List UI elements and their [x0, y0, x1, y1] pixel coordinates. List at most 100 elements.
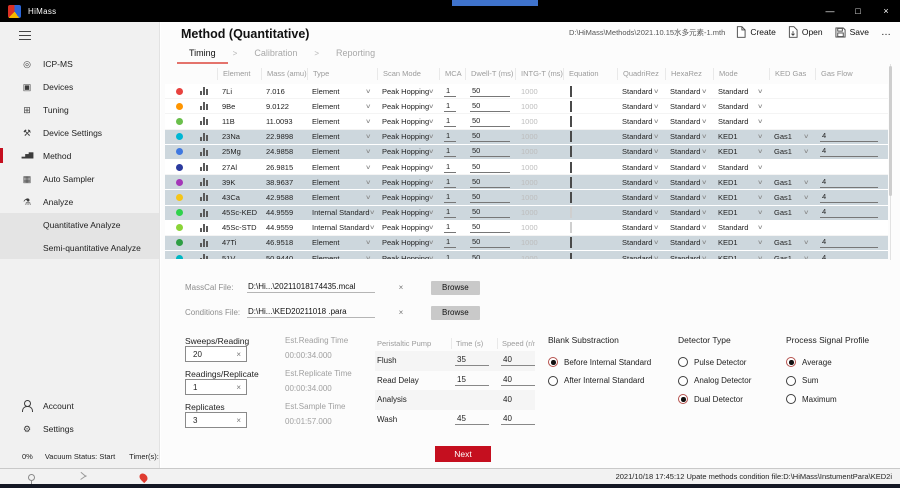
scan-mode-dropdown[interactable]: Peak Hopping∨: [377, 117, 439, 126]
hexarez-dropdown[interactable]: Standard∨: [665, 102, 713, 111]
dwell-time-input[interactable]: 50: [470, 237, 510, 248]
table-row[interactable]: 45Sc-STD44.9559Internal Standard∨Peak Ho…: [165, 221, 888, 236]
ked-gas-dropdown[interactable]: Gas1∨: [769, 178, 815, 187]
mode-dropdown[interactable]: KED1∨: [713, 147, 769, 156]
ked-gas-dropdown[interactable]: Gas1∨: [769, 208, 815, 217]
table-row[interactable]: 45Sc-KED44.9559Internal Standard∨Peak Ho…: [165, 206, 888, 221]
type-dropdown[interactable]: Element∨: [307, 163, 377, 172]
pump-time-input[interactable]: 45: [455, 414, 489, 425]
hexarez-dropdown[interactable]: Standard∨: [665, 223, 713, 232]
radio-icon[interactable]: [786, 357, 796, 367]
conditions-browse-button[interactable]: Browse: [431, 306, 480, 320]
dwell-time-input[interactable]: 50: [470, 131, 510, 142]
table-row[interactable]: 7Li7.016Element∨Peak Hopping∨1501000Stan…: [165, 84, 888, 99]
radio-icon[interactable]: [548, 357, 558, 367]
table-row[interactable]: 43Ca42.9588Element∨Peak Hopping∨1501000S…: [165, 190, 888, 205]
mca-input[interactable]: 1: [444, 131, 456, 142]
radio-icon[interactable]: [786, 394, 796, 404]
equation-checkbox[interactable]: [570, 162, 572, 173]
clear-icon[interactable]: ×: [236, 383, 241, 392]
type-dropdown[interactable]: Element∨: [307, 193, 377, 202]
sidebar-item-account[interactable]: Account: [0, 394, 159, 417]
quadrirez-dropdown[interactable]: Standard∨: [617, 178, 665, 187]
sweeps-reading-input[interactable]: 20×: [185, 346, 247, 362]
masscal-browse-button[interactable]: Browse: [431, 281, 480, 295]
quadrirez-dropdown[interactable]: Standard∨: [617, 238, 665, 247]
ked-gas-dropdown[interactable]: Gas1∨: [769, 132, 815, 141]
pump-time-input[interactable]: 15: [455, 375, 489, 386]
quadrirez-dropdown[interactable]: Standard∨: [617, 102, 665, 111]
ked-gas-dropdown[interactable]: Gas1∨: [769, 193, 815, 202]
sidebar-item-tuning[interactable]: ⊞Tuning: [0, 98, 159, 121]
equation-checkbox[interactable]: [570, 253, 572, 259]
pump-speed-input[interactable]: 40: [501, 414, 535, 425]
type-dropdown[interactable]: Internal Standard∨: [307, 208, 377, 217]
type-dropdown[interactable]: Element∨: [307, 102, 377, 111]
dwell-time-input[interactable]: 50: [470, 116, 510, 127]
scan-mode-dropdown[interactable]: Peak Hopping∨: [377, 208, 439, 217]
type-dropdown[interactable]: Internal Standard∨: [307, 223, 377, 232]
radio-icon[interactable]: [678, 357, 688, 367]
equation-checkbox[interactable]: [570, 146, 572, 157]
tab-calibration[interactable]: Calibration: [250, 48, 301, 58]
radio-icon[interactable]: [678, 394, 688, 404]
gas-flow-input[interactable]: 4: [820, 253, 878, 259]
gas-flow-input[interactable]: 4: [820, 146, 878, 157]
scan-mode-dropdown[interactable]: Peak Hopping∨: [377, 223, 439, 232]
hexarez-dropdown[interactable]: Standard∨: [665, 178, 713, 187]
scan-mode-dropdown[interactable]: Peak Hopping∨: [377, 254, 439, 259]
dwell-time-input[interactable]: 50: [470, 207, 510, 218]
mode-dropdown[interactable]: Standard∨: [713, 102, 769, 111]
type-dropdown[interactable]: Element∨: [307, 254, 377, 259]
mode-dropdown[interactable]: Standard∨: [713, 163, 769, 172]
hexarez-dropdown[interactable]: Standard∨: [665, 147, 713, 156]
hexarez-dropdown[interactable]: Standard∨: [665, 208, 713, 217]
ked-gas-dropdown[interactable]: Gas1∨: [769, 238, 815, 247]
equation-checkbox[interactable]: [570, 116, 572, 127]
table-row[interactable]: 25Mg24.9858Element∨Peak Hopping∨1501000S…: [165, 145, 888, 160]
radio-option-before-internal-standard[interactable]: Before Internal Standard: [548, 353, 678, 372]
table-row[interactable]: 47Ti46.9518Element∨Peak Hopping∨1501000S…: [165, 236, 888, 251]
mca-input[interactable]: 1: [444, 207, 456, 218]
hexarez-dropdown[interactable]: Standard∨: [665, 117, 713, 126]
replicates-input[interactable]: 3×: [185, 412, 247, 428]
hexarez-dropdown[interactable]: Standard∨: [665, 193, 713, 202]
mca-input[interactable]: 1: [444, 162, 456, 173]
mode-dropdown[interactable]: KED1∨: [713, 193, 769, 202]
mode-dropdown[interactable]: KED1∨: [713, 238, 769, 247]
sidebar-item-auto-sampler[interactable]: ▦Auto Sampler: [0, 167, 159, 190]
mca-input[interactable]: 1: [444, 237, 456, 248]
scan-mode-dropdown[interactable]: Peak Hopping∨: [377, 87, 439, 96]
equation-checkbox[interactable]: [570, 237, 572, 248]
maximize-icon[interactable]: □: [844, 0, 872, 22]
quadrirez-dropdown[interactable]: Standard∨: [617, 117, 665, 126]
type-dropdown[interactable]: Element∨: [307, 87, 377, 96]
next-button[interactable]: Next: [435, 446, 491, 462]
conditions-clear-icon[interactable]: ×: [391, 308, 411, 317]
mca-input[interactable]: 1: [444, 253, 456, 259]
quadrirez-dropdown[interactable]: Standard∨: [617, 87, 665, 96]
sidebar-item-device-settings[interactable]: ⚒Device Settings: [0, 121, 159, 144]
scan-mode-dropdown[interactable]: Peak Hopping∨: [377, 147, 439, 156]
sidebar-item-quantitative-analyze[interactable]: Quantitative Analyze: [0, 213, 159, 236]
sidebar-item-semi-quantitative-analyze[interactable]: Semi-quantitative Analyze: [0, 236, 159, 259]
scan-mode-dropdown[interactable]: Peak Hopping∨: [377, 102, 439, 111]
equation-checkbox[interactable]: [570, 86, 572, 97]
radio-option-average[interactable]: Average: [786, 353, 900, 372]
menu-icon[interactable]: [19, 31, 31, 40]
mode-dropdown[interactable]: Standard∨: [713, 223, 769, 232]
gas-flow-input[interactable]: 4: [820, 131, 878, 142]
type-dropdown[interactable]: Element∨: [307, 178, 377, 187]
close-icon[interactable]: ×: [872, 0, 900, 22]
table-scrollbar-thumb[interactable]: [889, 66, 892, 196]
action-create-button[interactable]: Create: [736, 26, 776, 38]
hexarez-dropdown[interactable]: Standard∨: [665, 163, 713, 172]
tab-reporting[interactable]: Reporting: [332, 48, 379, 58]
table-row[interactable]: 27Al26.9815Element∨Peak Hopping∨1501000S…: [165, 160, 888, 175]
action-more-button[interactable]: …: [881, 27, 892, 38]
dwell-time-input[interactable]: 50: [470, 222, 510, 233]
readings-replicate-input[interactable]: 1×: [185, 379, 247, 395]
table-row[interactable]: 9Be9.0122Element∨Peak Hopping∨1501000Sta…: [165, 99, 888, 114]
type-dropdown[interactable]: Element∨: [307, 117, 377, 126]
sidebar-item-method[interactable]: ▂▅▇Method: [0, 144, 159, 167]
